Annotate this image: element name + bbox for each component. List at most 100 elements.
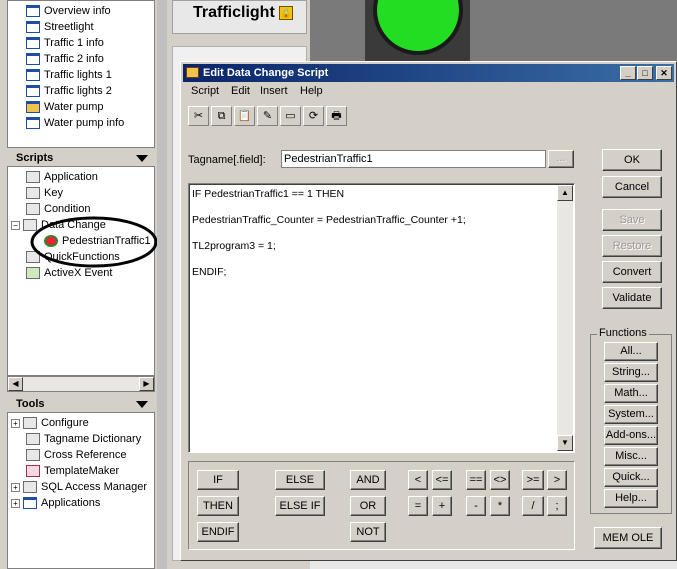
- tree-item-traffic1-info[interactable]: Traffic 1 info: [26, 35, 104, 51]
- operator-minus-button[interactable]: -: [466, 496, 486, 516]
- tree-item-traffic-lights-1[interactable]: Traffic lights 1: [26, 67, 112, 83]
- scroll-down-icon[interactable]: ▼: [557, 435, 573, 451]
- function-math-button[interactable]: Math...: [604, 384, 658, 403]
- save-button[interactable]: Save: [602, 209, 662, 231]
- operator-multiply-button[interactable]: *: [490, 496, 510, 516]
- close-button[interactable]: ✕: [656, 66, 672, 80]
- find-icon[interactable]: ✎: [257, 106, 278, 126]
- function-system-button[interactable]: System...: [604, 405, 658, 424]
- keyword-else-button[interactable]: ELSE: [275, 470, 325, 490]
- menu-help[interactable]: Help: [300, 85, 323, 97]
- traffic-light-header: Trafficlight 🔒: [172, 0, 307, 34]
- paste-icon[interactable]: 📋: [234, 106, 255, 126]
- script-editor[interactable]: IF PedestrianTraffic1 == 1 THEN Pedestri…: [188, 183, 575, 453]
- editor-vertical-scrollbar[interactable]: ▲ ▼: [557, 185, 573, 451]
- tree-item-label: Traffic 1 info: [44, 37, 104, 49]
- tree-item-configure[interactable]: + Configure: [11, 415, 89, 431]
- tree-item-streetlight[interactable]: Streetlight: [26, 19, 94, 35]
- scripts-section-header[interactable]: Scripts: [7, 150, 155, 166]
- tree-item-key[interactable]: Key: [26, 185, 63, 201]
- tools-section-header[interactable]: Tools: [7, 396, 155, 412]
- function-misc-button[interactable]: Misc...: [604, 447, 658, 466]
- scroll-left-icon[interactable]: ◀: [8, 377, 23, 391]
- keyword-and-button[interactable]: AND: [350, 470, 386, 490]
- print-icon[interactable]: 🖶: [326, 106, 347, 126]
- operator-plus-button[interactable]: +: [432, 496, 452, 516]
- menu-insert[interactable]: Insert: [260, 85, 288, 97]
- tree-item-water-pump[interactable]: Water pump: [26, 99, 104, 115]
- dialog-titlebar[interactable]: Edit Data Change Script _ □ ✕: [183, 64, 674, 82]
- scripts-horizontal-scrollbar[interactable]: ◀ ▶: [7, 376, 155, 392]
- copy-icon[interactable]: ⧉: [211, 106, 232, 126]
- operator-semicolon-button[interactable]: ;: [547, 496, 567, 516]
- tree-item-label: SQL Access Manager: [41, 481, 147, 493]
- scroll-up-icon[interactable]: ▲: [557, 185, 573, 201]
- keyword-elseif-button[interactable]: ELSE IF: [275, 496, 325, 516]
- tree-item-application[interactable]: Application: [26, 169, 98, 185]
- keyword-then-button[interactable]: THEN: [197, 496, 239, 516]
- tree-item-tagname-dictionary[interactable]: Tagname Dictionary: [26, 431, 141, 447]
- windows-tree: Overview info Streetlight Traffic 1 info…: [7, 0, 155, 148]
- operator-ge-button[interactable]: >=: [522, 470, 544, 490]
- maximize-button[interactable]: □: [637, 66, 653, 80]
- ok-button[interactable]: OK: [602, 149, 662, 171]
- tree-item-applications[interactable]: + Applications: [11, 495, 100, 511]
- cut-icon[interactable]: ✂: [188, 106, 209, 126]
- function-all-button[interactable]: All...: [604, 342, 658, 361]
- restore-button[interactable]: Restore: [602, 235, 662, 257]
- tree-item-traffic2-info[interactable]: Traffic 2 info: [26, 51, 104, 67]
- tree-item-label: Traffic lights 2: [44, 85, 112, 97]
- expand-toggle-icon[interactable]: +: [11, 498, 20, 508]
- scripts-tree: Application Key Condition − Data Change P…: [7, 166, 155, 376]
- tagname-input[interactable]: [281, 150, 546, 168]
- keyword-not-button[interactable]: NOT: [350, 522, 386, 542]
- window-icon: [26, 21, 40, 33]
- keyword-or-button[interactable]: OR: [350, 496, 386, 516]
- tree-item-label: Applications: [41, 497, 101, 509]
- expand-toggle-icon[interactable]: +: [11, 418, 20, 428]
- code-line: ENDIF;: [192, 266, 227, 278]
- function-help-button[interactable]: Help...: [604, 489, 658, 508]
- menu-script[interactable]: Script: [191, 85, 219, 97]
- tree-item-label: TemplateMaker: [44, 465, 120, 477]
- collapse-arrow-icon: [136, 401, 148, 408]
- function-quick-button[interactable]: Quick...: [604, 468, 658, 487]
- window-icon: [26, 117, 40, 129]
- window-icon: [26, 101, 40, 113]
- function-string-button[interactable]: String...: [604, 363, 658, 382]
- tree-item-overview-info[interactable]: Overview info: [26, 3, 111, 19]
- convert-button[interactable]: Convert: [602, 261, 662, 283]
- mem-ole-button[interactable]: MEM OLE: [594, 527, 662, 549]
- refresh-icon[interactable]: ⟳: [303, 106, 324, 126]
- scroll-right-icon[interactable]: ▶: [139, 377, 154, 391]
- operator-assign-button[interactable]: =: [408, 496, 428, 516]
- collapse-toggle-icon[interactable]: −: [11, 220, 20, 230]
- tree-item-cross-reference[interactable]: Cross Reference: [26, 447, 127, 463]
- operator-ne-button[interactable]: <>: [490, 470, 510, 490]
- expand-toggle-icon[interactable]: +: [11, 482, 20, 492]
- operator-gt-button[interactable]: >: [547, 470, 567, 490]
- tree-item-sql-access-manager[interactable]: + SQL Access Manager: [11, 479, 147, 495]
- cancel-button[interactable]: Cancel: [602, 176, 662, 198]
- tree-item-traffic-lights-2[interactable]: Traffic lights 2: [26, 83, 112, 99]
- keyword-if-button[interactable]: IF: [197, 470, 239, 490]
- menu-edit[interactable]: Edit: [231, 85, 250, 97]
- operator-le-button[interactable]: <=: [432, 470, 452, 490]
- operator-divide-button[interactable]: /: [522, 496, 544, 516]
- highlight-circle-annotation: [30, 216, 158, 268]
- tagname-browse-button[interactable]: ...: [548, 150, 574, 168]
- operator-lt-button[interactable]: <: [408, 470, 428, 490]
- keyword-endif-button[interactable]: ENDIF: [197, 522, 239, 542]
- window-icon[interactable]: ▭: [280, 106, 301, 126]
- code-line: PedestrianTraffic_Counter = PedestrianTr…: [192, 214, 466, 226]
- validate-button[interactable]: Validate: [602, 287, 662, 309]
- function-addons-button[interactable]: Add-ons...: [604, 426, 658, 445]
- tree-item-label: Traffic 2 info: [44, 53, 104, 65]
- tree-item-templatemaker[interactable]: TemplateMaker: [26, 463, 119, 479]
- tree-item-water-pump-info[interactable]: Water pump info: [26, 115, 124, 131]
- section-title: Scripts: [16, 152, 54, 164]
- operator-eq-button[interactable]: ==: [466, 470, 486, 490]
- dictionary-icon: [26, 433, 40, 445]
- minimize-button[interactable]: _: [620, 66, 636, 80]
- pane-splitter[interactable]: [157, 0, 167, 569]
